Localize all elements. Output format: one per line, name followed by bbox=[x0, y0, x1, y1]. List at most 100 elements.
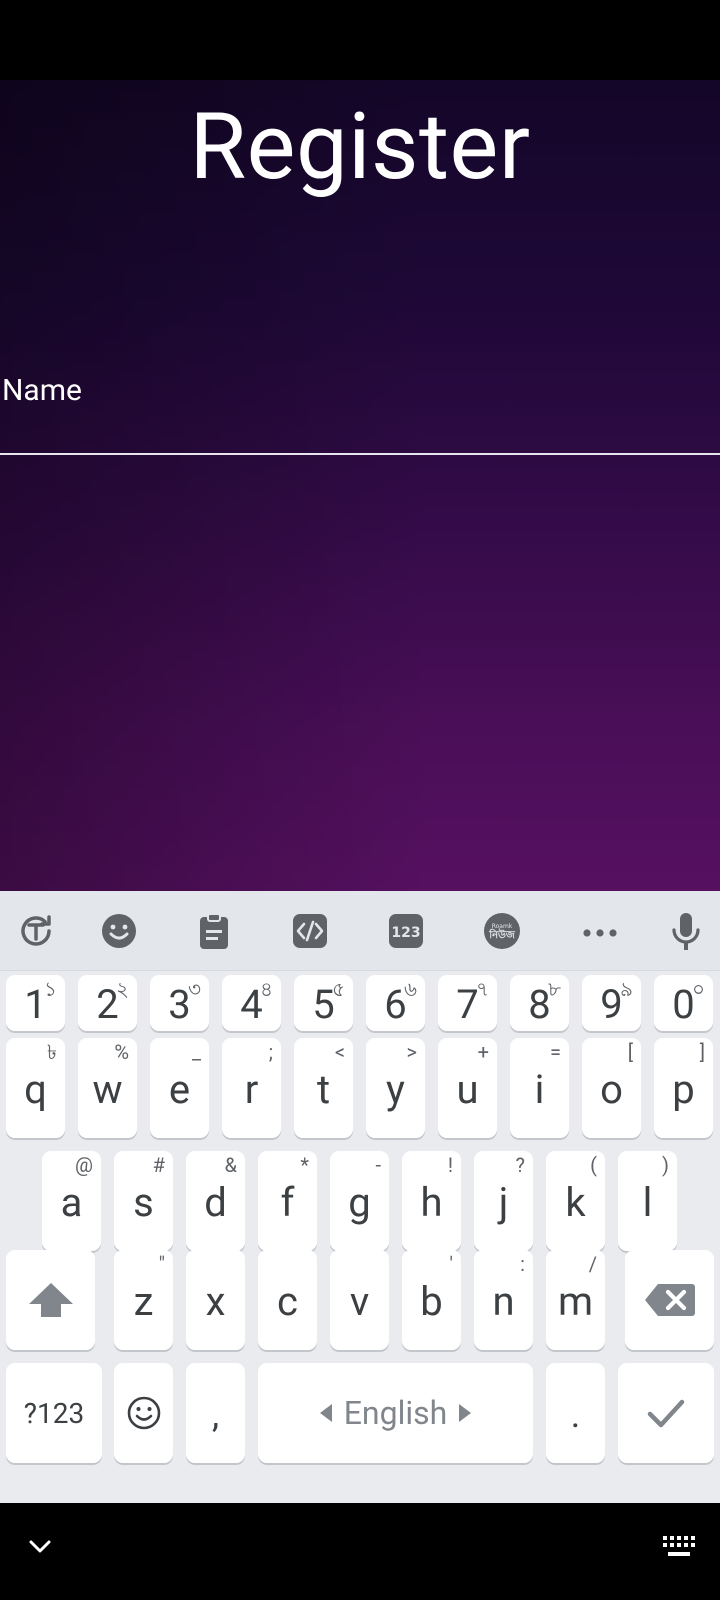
key-f[interactable]: f * bbox=[258, 1151, 317, 1251]
emoji-sticker-icon[interactable] bbox=[97, 909, 141, 953]
mic-icon[interactable] bbox=[664, 909, 708, 953]
key-label: z bbox=[133, 1278, 154, 1325]
key-hint: / bbox=[588, 1252, 597, 1276]
key-label: c bbox=[277, 1278, 298, 1325]
key-v[interactable]: v bbox=[330, 1250, 389, 1350]
period-key-label: . bbox=[570, 1394, 581, 1436]
key-b[interactable]: b ' bbox=[402, 1250, 461, 1350]
key-3[interactable]: 3৩ bbox=[150, 975, 209, 1031]
key-m[interactable]: m / bbox=[546, 1250, 605, 1350]
name-underline bbox=[0, 453, 720, 455]
key-hint: " bbox=[158, 1252, 165, 1276]
emoji-key[interactable] bbox=[114, 1363, 173, 1463]
emoji-icon bbox=[127, 1396, 160, 1430]
key-x[interactable]: x bbox=[186, 1250, 245, 1350]
key-hint: ] bbox=[699, 1040, 705, 1064]
key-label: p bbox=[672, 1066, 695, 1113]
name-label: Name bbox=[2, 373, 82, 408]
text-select-icon[interactable] bbox=[14, 909, 58, 953]
comma-key[interactable]: , bbox=[186, 1363, 245, 1463]
key-y[interactable]: y > bbox=[366, 1038, 425, 1138]
key-hint: + bbox=[477, 1040, 489, 1064]
key-g[interactable]: g- bbox=[330, 1151, 389, 1251]
key-label: m bbox=[557, 1278, 594, 1325]
key-i[interactable]: i = bbox=[510, 1038, 569, 1138]
language-label: English bbox=[343, 1394, 448, 1432]
key-o[interactable]: o[ bbox=[582, 1038, 641, 1138]
space-key[interactable]: English bbox=[258, 1363, 533, 1463]
key-q[interactable]: q ৳ bbox=[6, 1038, 65, 1138]
key-e[interactable]: e _ bbox=[150, 1038, 209, 1138]
name-input[interactable] bbox=[0, 420, 720, 454]
key-hint: _ bbox=[191, 1040, 201, 1064]
key-label: i bbox=[534, 1066, 545, 1113]
news-app-icon[interactable]: Roamk নিউজ bbox=[480, 909, 524, 953]
key-label: r bbox=[244, 1066, 259, 1113]
key-hint: * bbox=[300, 1153, 309, 1177]
backspace-key[interactable] bbox=[625, 1250, 714, 1350]
key-l[interactable]: l) bbox=[618, 1151, 677, 1251]
key-t[interactable]: t < bbox=[294, 1038, 353, 1138]
key-8[interactable]: 8৮ bbox=[510, 975, 569, 1031]
key-hint: ৩ bbox=[187, 977, 201, 1001]
key-label: v bbox=[349, 1278, 370, 1325]
key-h[interactable]: h! bbox=[402, 1151, 461, 1251]
key-u[interactable]: u + bbox=[438, 1038, 497, 1138]
key-hint: > bbox=[406, 1040, 417, 1064]
clipboard-icon[interactable] bbox=[192, 909, 236, 953]
key-4[interactable]: 4৪ bbox=[222, 975, 281, 1031]
key-9[interactable]: 9৯ bbox=[582, 975, 641, 1031]
chevron-down-icon[interactable] bbox=[26, 1533, 54, 1561]
key-c[interactable]: c bbox=[258, 1250, 317, 1350]
key-label: x bbox=[205, 1278, 226, 1325]
key-z[interactable]: z " bbox=[114, 1250, 173, 1350]
code-icon[interactable] bbox=[288, 909, 332, 953]
key-label: k bbox=[565, 1179, 586, 1226]
key-w[interactable]: w% bbox=[78, 1038, 137, 1138]
key-label: j bbox=[498, 1179, 509, 1226]
key-hint: ২ bbox=[115, 977, 129, 1001]
key-0[interactable]: 0০ bbox=[654, 975, 713, 1031]
key-7[interactable]: 7৭ bbox=[438, 975, 497, 1031]
name-field[interactable]: Name bbox=[0, 280, 720, 455]
comma-key-label: , bbox=[211, 1394, 220, 1436]
news-app-label-bottom: নিউজ bbox=[488, 927, 516, 941]
key-hint: ! bbox=[447, 1153, 453, 1177]
keyboard-switch-icon[interactable] bbox=[662, 1535, 696, 1559]
key-hint: ; bbox=[268, 1040, 273, 1064]
key-hint: ১ bbox=[44, 977, 57, 1001]
key-6[interactable]: 6৬ bbox=[366, 975, 425, 1031]
symbols-key[interactable]: ?123 bbox=[6, 1363, 102, 1463]
key-hint: ৭ bbox=[475, 977, 489, 1001]
key-hint: ৪ bbox=[260, 977, 273, 1001]
key-s[interactable]: s # bbox=[114, 1151, 173, 1251]
space-key-label: English bbox=[319, 1394, 472, 1432]
period-key[interactable]: . bbox=[546, 1363, 605, 1463]
key-5[interactable]: 5৫ bbox=[294, 975, 353, 1031]
key-r[interactable]: r; bbox=[222, 1038, 281, 1138]
key-label: f bbox=[280, 1179, 295, 1226]
numpad-icon[interactable]: 123 bbox=[384, 909, 428, 953]
key-k[interactable]: k( bbox=[546, 1151, 605, 1251]
key-hint: @ bbox=[75, 1153, 93, 1177]
key-hint: < bbox=[334, 1040, 345, 1064]
key-a[interactable]: a @ bbox=[42, 1151, 101, 1251]
key-hint: ৮ bbox=[548, 977, 561, 1001]
more-icon[interactable] bbox=[578, 909, 622, 953]
key-hint: & bbox=[224, 1153, 237, 1177]
key-hint: ' bbox=[449, 1252, 454, 1276]
numpad-label: 123 bbox=[391, 925, 420, 941]
key-1[interactable]: 1১ bbox=[6, 975, 65, 1031]
enter-key[interactable] bbox=[618, 1363, 714, 1463]
key-label: e bbox=[168, 1066, 191, 1113]
key-label: s bbox=[133, 1179, 154, 1226]
key-d[interactable]: d & bbox=[186, 1151, 245, 1251]
key-n[interactable]: n: bbox=[474, 1250, 533, 1350]
key-hint: # bbox=[152, 1153, 165, 1177]
key-j[interactable]: j? bbox=[474, 1151, 533, 1251]
checkmark-icon bbox=[647, 1399, 685, 1428]
symbols-key-label: ?123 bbox=[23, 1396, 85, 1430]
key-2[interactable]: 2২ bbox=[78, 975, 137, 1031]
shift-key[interactable] bbox=[6, 1250, 95, 1350]
key-p[interactable]: p] bbox=[654, 1038, 713, 1138]
